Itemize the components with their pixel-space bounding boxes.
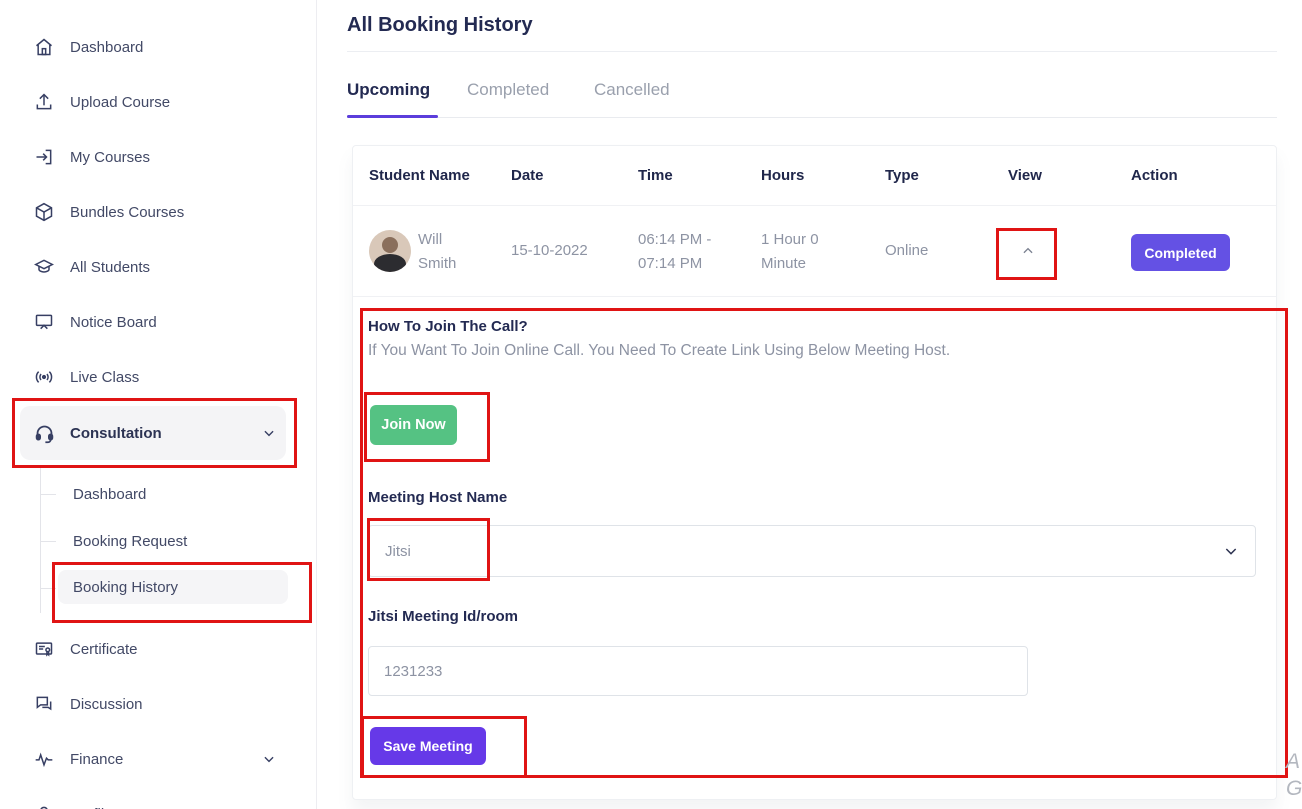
page-title: All Booking History [347, 14, 533, 37]
table-header-row: Student Name Date Time Hours Type View A… [353, 146, 1276, 206]
student-avatar [369, 230, 411, 272]
submenu-tick [40, 541, 56, 542]
sidebar-item-live-class[interactable]: Live Class [0, 359, 317, 395]
submenu-connector-line [40, 466, 41, 613]
join-call-description: If You Want To Join Online Call. You Nee… [368, 342, 950, 360]
box-icon [33, 201, 55, 223]
column-header-student-name: Student Name [369, 167, 470, 184]
column-header-date: Date [511, 167, 544, 184]
cell-type: Online [885, 239, 928, 263]
cell-student-name: Will Smith [418, 228, 470, 276]
meeting-host-label: Meeting Host Name [368, 489, 507, 506]
sidebar-item-label: Live Class [70, 369, 139, 386]
sidebar-subitem-booking-history[interactable]: Booking History [58, 570, 288, 604]
sidebar-item-label: Finance [70, 751, 123, 768]
sidebar: Dashboard Upload Course My Courses Bundl… [0, 0, 317, 809]
collapse-row-chevron-up-icon[interactable] [1013, 238, 1043, 264]
sidebar-item-label: Notice Board [70, 314, 157, 331]
sidebar-item-profile[interactable]: Profile [0, 796, 317, 809]
title-divider [347, 51, 1277, 52]
sidebar-item-notice-board[interactable]: Notice Board [0, 304, 317, 340]
submenu-item-label: Dashboard [73, 486, 146, 503]
sidebar-item-consultation[interactable]: Consultation [0, 415, 317, 451]
sidebar-item-my-courses[interactable]: My Courses [0, 139, 317, 175]
column-header-hours: Hours [761, 167, 804, 184]
meeting-host-selected-value: Jitsi [385, 543, 411, 560]
sidebar-item-bundles-courses[interactable]: Bundles Courses [0, 194, 317, 230]
completed-status-button[interactable]: Completed [1131, 234, 1230, 271]
sidebar-item-label: Upload Course [70, 94, 170, 111]
sidebar-item-finance[interactable]: Finance [0, 741, 317, 777]
meeting-id-label: Jitsi Meeting Id/room [368, 608, 518, 625]
upload-icon [33, 91, 55, 113]
booking-history-page: Dashboard Upload Course My Courses Bundl… [0, 0, 1302, 809]
headset-icon [33, 422, 55, 444]
tab-completed[interactable]: Completed [467, 80, 549, 100]
active-tab-underline [347, 115, 438, 118]
sidebar-subitem-booking-request[interactable]: Booking Request [58, 524, 288, 558]
booking-table-card: Student Name Date Time Hours Type View A… [352, 145, 1277, 800]
cell-time: 06:14 PM - 07:14 PM [638, 228, 733, 276]
sidebar-item-dashboard[interactable]: Dashboard [0, 29, 317, 65]
broadcast-icon [33, 366, 55, 388]
sidebar-item-label: All Students [70, 259, 150, 276]
column-header-time: Time [638, 167, 673, 184]
sidebar-subitem-dashboard[interactable]: Dashboard [58, 477, 288, 511]
meeting-host-select[interactable]: Jitsi [368, 525, 1256, 577]
enter-icon [33, 146, 55, 168]
sidebar-item-all-students[interactable]: All Students [0, 249, 317, 285]
chevron-down-icon [262, 752, 276, 766]
column-header-view: View [1008, 167, 1042, 184]
join-now-button[interactable]: Join Now [370, 405, 457, 445]
meeting-id-input[interactable] [368, 646, 1028, 696]
corner-watermark: A G [1286, 748, 1302, 802]
tab-cancelled[interactable]: Cancelled [594, 80, 670, 100]
sidebar-item-label: Bundles Courses [70, 204, 184, 221]
submenu-item-label: Booking Request [73, 533, 187, 550]
cell-date: 15-10-2022 [511, 239, 588, 263]
sidebar-item-certificate[interactable]: Certificate [0, 631, 317, 667]
sidebar-item-label: My Courses [70, 149, 150, 166]
submenu-item-label: Booking History [73, 579, 178, 596]
chevron-down-icon [262, 426, 276, 440]
submenu-tick [40, 588, 56, 589]
certificate-icon [33, 638, 55, 660]
home-icon [33, 36, 55, 58]
cell-hours: 1 Hour 0 Minute [761, 228, 841, 276]
sidebar-item-upload-course[interactable]: Upload Course [0, 84, 317, 120]
user-icon [33, 803, 55, 809]
sidebar-item-discussion[interactable]: Discussion [0, 686, 317, 722]
submenu-tick [40, 494, 56, 495]
table-row: Will Smith 15-10-2022 06:14 PM - 07:14 P… [353, 206, 1276, 297]
presentation-board-icon [33, 311, 55, 333]
sidebar-item-label: Dashboard [70, 39, 143, 56]
join-call-heading: How To Join The Call? [368, 318, 528, 335]
graduation-cap-icon [33, 256, 55, 278]
tabs-divider [347, 117, 1277, 118]
save-meeting-button[interactable]: Save Meeting [370, 727, 486, 765]
sidebar-item-label: Discussion [70, 696, 143, 713]
chevron-down-icon [1223, 543, 1239, 559]
pulse-icon [33, 748, 55, 770]
sidebar-item-label: Profile [70, 806, 113, 809]
sidebar-item-label: Certificate [70, 641, 138, 658]
sidebar-item-label: Consultation [70, 425, 162, 442]
chat-icon [33, 693, 55, 715]
tab-upcoming[interactable]: Upcoming [347, 80, 430, 100]
column-header-type: Type [885, 167, 919, 184]
column-header-action: Action [1131, 167, 1178, 184]
